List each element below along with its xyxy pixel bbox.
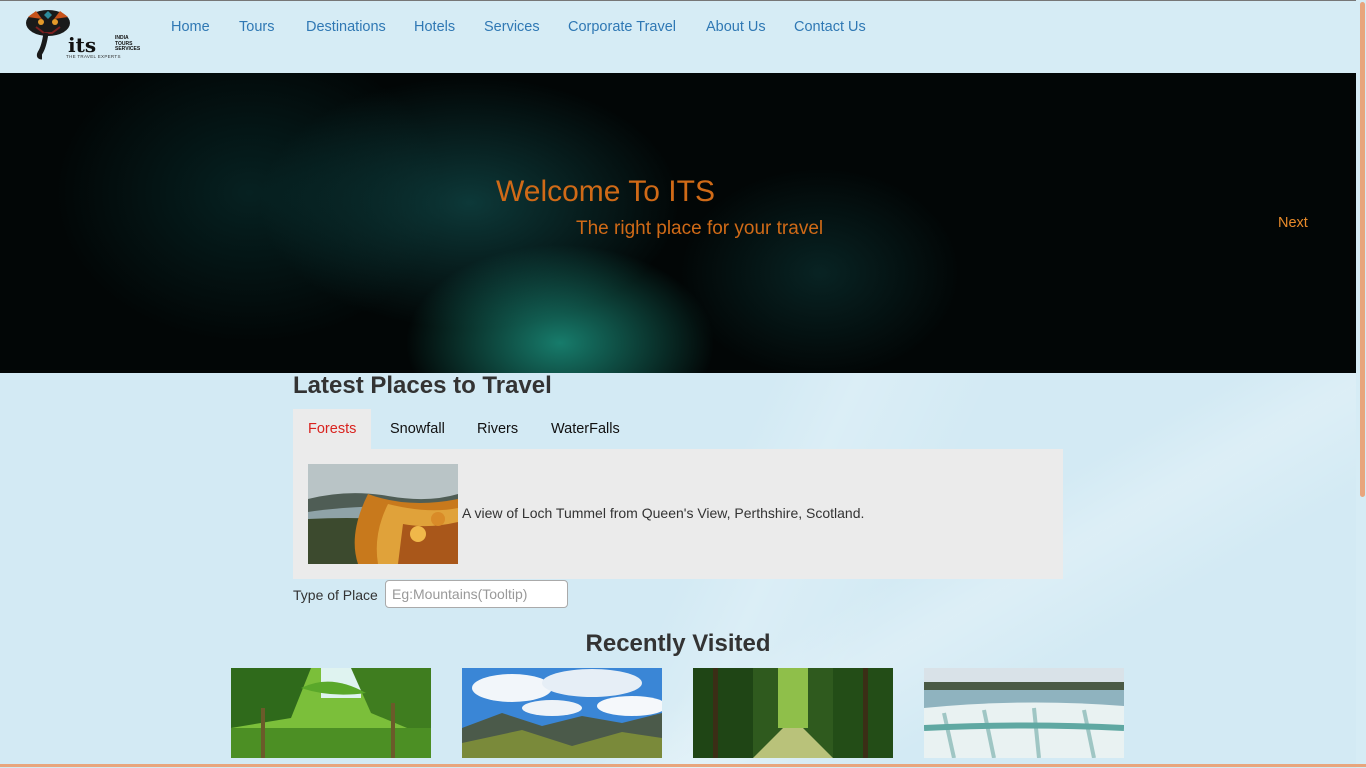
nav-about-us[interactable]: About Us [706,19,766,35]
nav-services[interactable]: Services [484,19,540,35]
type-of-place-label: Type of Place [293,587,378,603]
scrollbar-thumb[interactable] [1360,2,1365,497]
logo-tagline: THE TRAVEL EXPERTS [66,54,121,59]
logo-brand-sub: INDIA TOURS SERVICES [115,35,141,53]
site-logo[interactable]: its INDIA TOURS SERVICES THE TRAVEL EXPE… [22,7,140,61]
scrollbar[interactable] [1356,0,1366,768]
latest-places-title: Latest Places to Travel [293,372,552,399]
tab-forests[interactable]: Forests [293,409,372,449]
recently-visited-title: Recently Visited [585,630,771,657]
panel-caption: A view of Loch Tummel from Queen's View,… [462,505,865,521]
top-navbar: its INDIA TOURS SERVICES THE TRAVEL EXPE… [0,0,1356,74]
nav-destinations[interactable]: Destinations [306,19,386,35]
recent-thumb-forest-path[interactable] [693,668,893,758]
bottom-accent-line [0,764,1366,767]
hero-title: Welcome To ITS [496,175,715,208]
recent-thumb-waterfall[interactable] [924,668,1124,758]
tab-rivers[interactable]: Rivers [477,409,518,449]
tab-panel-forests: A view of Loch Tummel from Queen's View,… [293,449,1063,579]
tab-waterfalls[interactable]: WaterFalls [551,409,620,449]
recent-thumb-mountains[interactable] [462,668,662,758]
recent-thumb-palms[interactable] [231,668,431,758]
nav-corporate-travel[interactable]: Corporate Travel [568,19,676,35]
logo-sub-line: SERVICES [115,46,141,52]
loch-tummel-image [308,464,458,564]
nav-hotels[interactable]: Hotels [414,19,455,35]
nav-tours[interactable]: Tours [239,19,274,35]
type-of-place-input[interactable] [385,580,568,608]
nav-home[interactable]: Home [171,19,210,35]
tab-snowfall[interactable]: Snowfall [390,409,445,449]
hero-carousel: Welcome To ITS The right place for your … [0,73,1356,373]
nav-contact-us[interactable]: Contact Us [794,19,866,35]
carousel-next-button[interactable]: Next [1278,215,1308,231]
hero-subtitle: The right place for your travel [576,218,824,239]
